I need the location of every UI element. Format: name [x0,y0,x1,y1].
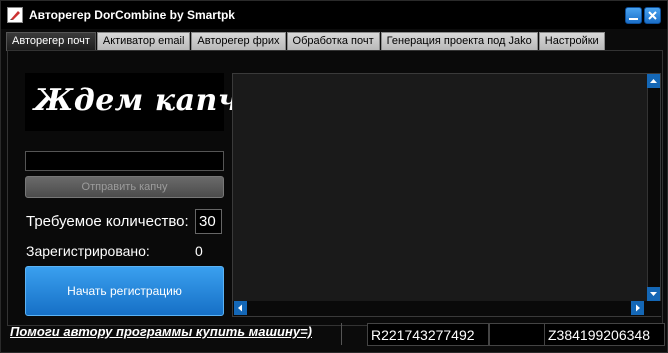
captcha-image: Ждем капчу... [25,73,291,131]
app-window: Авторегер DorCombine by Smartpk Автореге… [0,0,668,353]
tab-settings[interactable]: Настройки [538,32,605,50]
log-output[interactable] [232,73,661,317]
wallet-empty-field[interactable] [489,323,545,346]
registered-count: 0 [195,243,203,259]
scroll-down-button[interactable] [647,287,660,301]
horizontal-scrollbar[interactable] [233,301,661,316]
wallet-r-field[interactable]: R221743277492 [367,323,489,346]
chevron-down-icon [650,292,657,296]
start-registration-button[interactable]: Начать регистрацию [25,266,224,316]
chevron-right-icon [636,304,640,312]
registered-label: Зарегистрировано: [26,243,150,259]
tab-autoreg-free[interactable]: Авторегер фрих [191,32,286,50]
tab-email-activator[interactable]: Активатор email [96,32,191,50]
required-count-label: Требуемое количество: [26,213,189,230]
minimize-icon [629,18,638,20]
captcha-input[interactable] [25,151,224,171]
tab-autoreg-mail[interactable]: Авторегер почт [6,32,96,51]
close-button[interactable] [644,7,661,24]
pen-icon [7,7,23,23]
donate-link[interactable]: Помоги автору программы купить машину=) [10,324,312,339]
send-captcha-button[interactable]: Отправить капчу [25,176,224,198]
scroll-up-button[interactable] [647,74,660,88]
footer-divider [341,323,342,345]
tab-strip: Авторегер почт Активатор email Авторегер… [6,32,606,51]
window-title: Авторегер DorCombine by Smartpk [29,8,235,22]
minimize-button[interactable] [625,7,642,24]
tab-mail-processing[interactable]: Обработка почт [286,32,380,50]
chevron-up-icon [650,79,657,83]
title-bar: Авторегер DorCombine by Smartpk [1,1,667,29]
vertical-scrollbar[interactable] [647,74,660,300]
required-count-input[interactable]: 30 [195,209,222,234]
scroll-left-button[interactable] [234,301,247,315]
wallet-z-field[interactable]: Z384199206348 [544,323,665,346]
scroll-right-button[interactable] [631,301,644,315]
close-icon [648,11,657,20]
tab-jako-project[interactable]: Генерация проекта под Jako [380,32,538,50]
chevron-left-icon [238,304,242,312]
